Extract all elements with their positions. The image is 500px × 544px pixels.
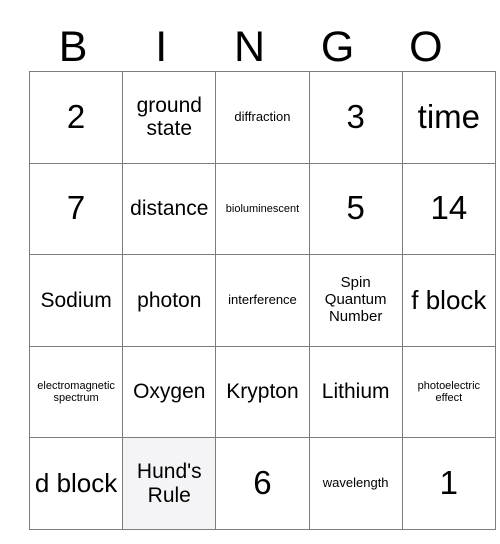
bingo-cell[interactable]: Sodium [29, 254, 124, 347]
bingo-grid: 2 ground state diffraction 3 time 7 distance bi… [29, 71, 496, 530]
bingo-cell[interactable]: 2 [29, 71, 124, 164]
bingo-cell[interactable]: 3 [309, 71, 403, 164]
bingo-cell[interactable]: wavelength [309, 437, 403, 530]
bingo-cell-label: electromagnetic spectrum [37, 379, 115, 405]
bingo-row: d block Hund's Rule 6 wavelength 1 [29, 437, 496, 530]
bingo-cell-label: Oxygen [133, 380, 206, 404]
bingo-cell-label: bioluminescent [225, 202, 300, 215]
bingo-cell[interactable]: 5 [309, 163, 403, 256]
bingo-header-letter-b: B [58, 23, 88, 71]
bingo-cell[interactable]: ground state [122, 71, 217, 164]
bingo-header-letter-o: O [409, 23, 443, 71]
bingo-cell-label: photon [137, 288, 202, 312]
bingo-row: Sodium photon interference Spin Quantum Num… [29, 254, 496, 347]
bingo-cell-label: ground state [136, 93, 202, 141]
bingo-cell[interactable]: 7 [29, 163, 124, 256]
bingo-cell[interactable]: electromagnetic spectrum [29, 346, 124, 439]
bingo-cell-label: interference [228, 292, 297, 308]
bingo-cell-label: Spin Quantum Number [324, 274, 387, 325]
bingo-cell-label: 7 [66, 189, 86, 227]
bingo-cell-label: Sodium [40, 288, 112, 312]
bingo-cell[interactable]: Lithium [309, 346, 403, 439]
bingo-cell-label: d block [34, 468, 118, 499]
bingo-cell-label: 6 [253, 464, 272, 502]
bingo-cell[interactable]: photoelectric effect [402, 346, 496, 439]
bingo-cell[interactable]: interference [215, 254, 310, 347]
bingo-cell[interactable]: Hund's Rule [122, 437, 217, 530]
bingo-cell[interactable]: Spin Quantum Number [309, 254, 403, 347]
bingo-cell[interactable]: distance [122, 163, 217, 256]
bingo-cell-label: Lithium [321, 380, 390, 404]
bingo-cell-label: 3 [346, 97, 365, 135]
bingo-cell-label: 5 [346, 189, 365, 227]
bingo-cell[interactable]: 14 [402, 163, 496, 256]
bingo-row: 7 distance bioluminescent 5 14 [29, 163, 496, 256]
bingo-cell-label: Krypton [226, 380, 299, 404]
bingo-header-letter-g: G [320, 23, 355, 71]
bingo-row: 2 ground state diffraction 3 time [29, 71, 496, 164]
bingo-cell-label: wavelength [322, 475, 389, 491]
bingo-cell[interactable]: d block [29, 437, 124, 530]
bingo-header-letter-n: N [233, 23, 265, 71]
bingo-grid-body: 2 ground state diffraction 3 time 7 distance bi… [29, 71, 496, 530]
bingo-card: B I N G O 2 ground state diffraction 3 time 7… [29, 16, 496, 530]
bingo-header-letter-i: I [155, 23, 168, 71]
bingo-cell[interactable]: f block [402, 254, 496, 347]
bingo-row: electromagnetic spectrum Oxygen Krypton Lit… [29, 346, 496, 439]
bingo-cell-label: photoelectric effect [417, 379, 481, 405]
bingo-cell-label: 2 [66, 97, 86, 135]
bingo-cell[interactable]: Oxygen [122, 346, 217, 439]
bingo-cell[interactable]: time [402, 71, 496, 164]
bingo-cell[interactable]: photon [122, 254, 217, 347]
bingo-cell[interactable]: Krypton [215, 346, 310, 439]
bingo-cell-label: time [417, 97, 481, 135]
bingo-cell-label: diffraction [234, 109, 291, 125]
bingo-cell-label: 1 [439, 464, 459, 502]
bingo-cell[interactable]: bioluminescent [215, 163, 310, 256]
bingo-cell[interactable]: 6 [215, 437, 310, 530]
bingo-cell-label: Hund's Rule [136, 460, 202, 507]
bingo-cell-label: f block [411, 284, 487, 315]
bingo-cell[interactable]: diffraction [215, 71, 310, 164]
bingo-cell-label: 14 [430, 189, 468, 227]
bingo-cell[interactable]: 1 [402, 437, 496, 530]
bingo-cell-label: distance [130, 197, 209, 221]
bingo-header-row: B I N G O [29, 16, 470, 71]
